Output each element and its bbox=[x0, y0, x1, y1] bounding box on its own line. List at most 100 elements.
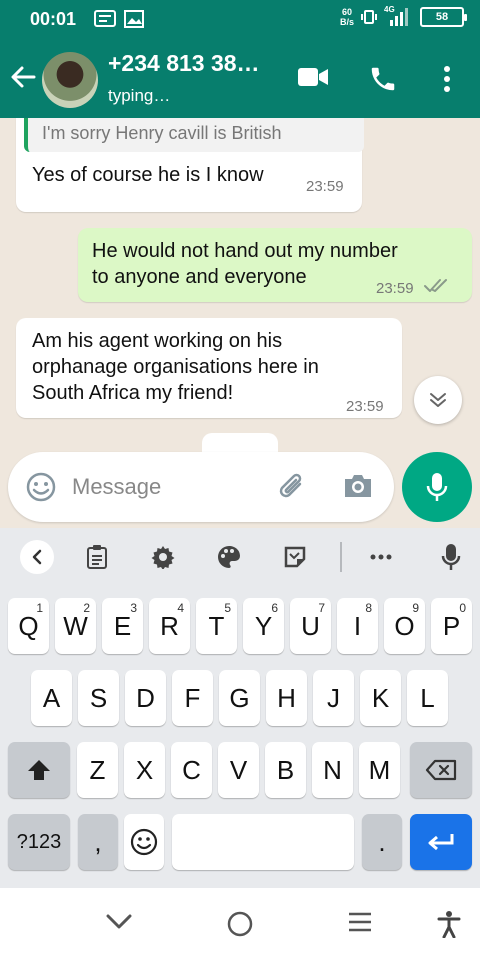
key-k[interactable]: K bbox=[360, 670, 401, 726]
contact-avatar[interactable] bbox=[42, 52, 98, 108]
period-key[interactable]: . bbox=[362, 814, 402, 870]
incoming-message[interactable]: Am his agent working on his orphanage or… bbox=[16, 318, 402, 418]
key-w[interactable]: W2 bbox=[55, 598, 96, 654]
status-bar: 00:01 60 B/s 4G 58 bbox=[0, 0, 480, 40]
chevron-left-icon bbox=[32, 549, 42, 565]
gear-icon bbox=[151, 546, 175, 569]
message-time: 23:59 bbox=[346, 398, 384, 415]
key-n[interactable]: N bbox=[312, 742, 353, 798]
date-chip bbox=[202, 433, 278, 453]
sticker-button[interactable] bbox=[278, 540, 312, 574]
message-notification-icon bbox=[94, 10, 116, 27]
key-x[interactable]: X bbox=[124, 742, 165, 798]
message-time: 23:59 bbox=[376, 280, 414, 297]
accessibility-icon[interactable] bbox=[436, 910, 462, 938]
key-label: F bbox=[184, 682, 201, 713]
key-digit-hint: 8 bbox=[365, 601, 372, 615]
theme-button[interactable] bbox=[212, 540, 246, 574]
key-digit-hint: 1 bbox=[36, 601, 43, 615]
key-e[interactable]: E3 bbox=[102, 598, 143, 654]
key-c[interactable]: C bbox=[171, 742, 212, 798]
more-button[interactable] bbox=[364, 540, 398, 574]
key-m[interactable]: M bbox=[359, 742, 400, 798]
keyboard-toolbar bbox=[0, 528, 480, 586]
voice-input-button[interactable] bbox=[434, 540, 468, 574]
key-label: Z bbox=[89, 754, 106, 785]
toolbar-collapse-button[interactable] bbox=[20, 540, 54, 574]
enter-arrow-icon bbox=[428, 834, 454, 851]
voice-record-button[interactable] bbox=[402, 452, 472, 522]
key-label: J bbox=[327, 682, 340, 713]
emoji-key[interactable] bbox=[124, 814, 164, 870]
key-label: R bbox=[160, 610, 179, 641]
more-options-icon[interactable] bbox=[438, 64, 456, 94]
key-label: V bbox=[229, 754, 248, 785]
home-icon[interactable] bbox=[226, 910, 254, 938]
key-q[interactable]: Q1 bbox=[8, 598, 49, 654]
key-t[interactable]: T5 bbox=[196, 598, 237, 654]
key-l[interactable]: L bbox=[407, 670, 448, 726]
key-f[interactable]: F bbox=[172, 670, 213, 726]
on-screen-keyboard: ?123 , . Q1W2E3R4T5Y6U7I8O9P0ASDFGHJKLZX… bbox=[0, 528, 480, 888]
outgoing-message[interactable]: He would not hand out my number to anyon… bbox=[78, 228, 472, 302]
message-composer[interactable]: Message bbox=[8, 452, 394, 522]
backspace-key[interactable] bbox=[410, 742, 472, 798]
system-navigation-bar bbox=[0, 888, 480, 960]
message-input[interactable]: Message bbox=[72, 474, 161, 500]
key-a[interactable]: A bbox=[31, 670, 72, 726]
battery-indicator: 58 bbox=[420, 7, 467, 27]
camera-icon[interactable] bbox=[342, 472, 374, 500]
message-text: Yes of course he is I know bbox=[32, 164, 264, 186]
key-d[interactable]: D bbox=[125, 670, 166, 726]
key-label: D bbox=[136, 682, 155, 713]
message-text-line: He would not hand out my number bbox=[92, 240, 398, 262]
comma-key[interactable]: , bbox=[78, 814, 118, 870]
recents-icon[interactable] bbox=[346, 910, 374, 934]
key-s[interactable]: S bbox=[78, 670, 119, 726]
key-label: C bbox=[182, 754, 201, 785]
key-digit-hint: 2 bbox=[83, 601, 90, 615]
key-label: P bbox=[442, 610, 461, 641]
key-label: O bbox=[394, 610, 415, 641]
contact-name[interactable]: +234 813 38… bbox=[108, 50, 260, 77]
key-digit-hint: 6 bbox=[271, 601, 278, 615]
key-b[interactable]: B bbox=[265, 742, 306, 798]
key-g[interactable]: G bbox=[219, 670, 260, 726]
key-h[interactable]: H bbox=[266, 670, 307, 726]
attach-icon[interactable] bbox=[278, 470, 308, 504]
key-label: T bbox=[208, 610, 225, 641]
emoji-icon[interactable] bbox=[26, 472, 56, 502]
key-z[interactable]: Z bbox=[77, 742, 118, 798]
key-label: M bbox=[368, 754, 391, 785]
key-i[interactable]: I8 bbox=[337, 598, 378, 654]
voice-call-icon[interactable] bbox=[368, 64, 398, 94]
key-v[interactable]: V bbox=[218, 742, 259, 798]
key-r[interactable]: R4 bbox=[149, 598, 190, 654]
key-p[interactable]: P0 bbox=[431, 598, 472, 654]
shift-key[interactable] bbox=[8, 742, 70, 798]
symbols-key[interactable]: ?123 bbox=[8, 814, 70, 870]
video-call-icon[interactable] bbox=[296, 64, 330, 90]
key-label: H bbox=[277, 682, 296, 713]
quoted-text: I'm sorry Henry cavill is British bbox=[42, 123, 282, 143]
quoted-reply[interactable]: I'm sorry Henry cavill is British bbox=[24, 118, 364, 152]
key-u[interactable]: U7 bbox=[290, 598, 331, 654]
enter-key[interactable] bbox=[410, 814, 472, 870]
key-j[interactable]: J bbox=[313, 670, 354, 726]
scroll-to-bottom-button[interactable] bbox=[414, 376, 462, 424]
key-y[interactable]: Y6 bbox=[243, 598, 284, 654]
palette-icon bbox=[218, 546, 240, 568]
key-o[interactable]: O9 bbox=[384, 598, 425, 654]
message-time: 23:59 bbox=[306, 178, 344, 195]
key-label: Y bbox=[254, 610, 273, 641]
space-key[interactable] bbox=[172, 814, 354, 870]
clipboard-button[interactable] bbox=[80, 540, 114, 574]
back-arrow-icon[interactable] bbox=[8, 62, 38, 92]
shift-arrow-icon bbox=[28, 760, 50, 780]
more-horizontal-icon bbox=[370, 554, 392, 560]
settings-button[interactable] bbox=[146, 540, 180, 574]
key-label: N bbox=[323, 754, 342, 785]
gallery-notification-icon bbox=[124, 10, 144, 28]
incoming-message[interactable]: I'm sorry Henry cavill is British Yes of… bbox=[16, 118, 364, 212]
hide-keyboard-icon[interactable] bbox=[104, 910, 134, 932]
